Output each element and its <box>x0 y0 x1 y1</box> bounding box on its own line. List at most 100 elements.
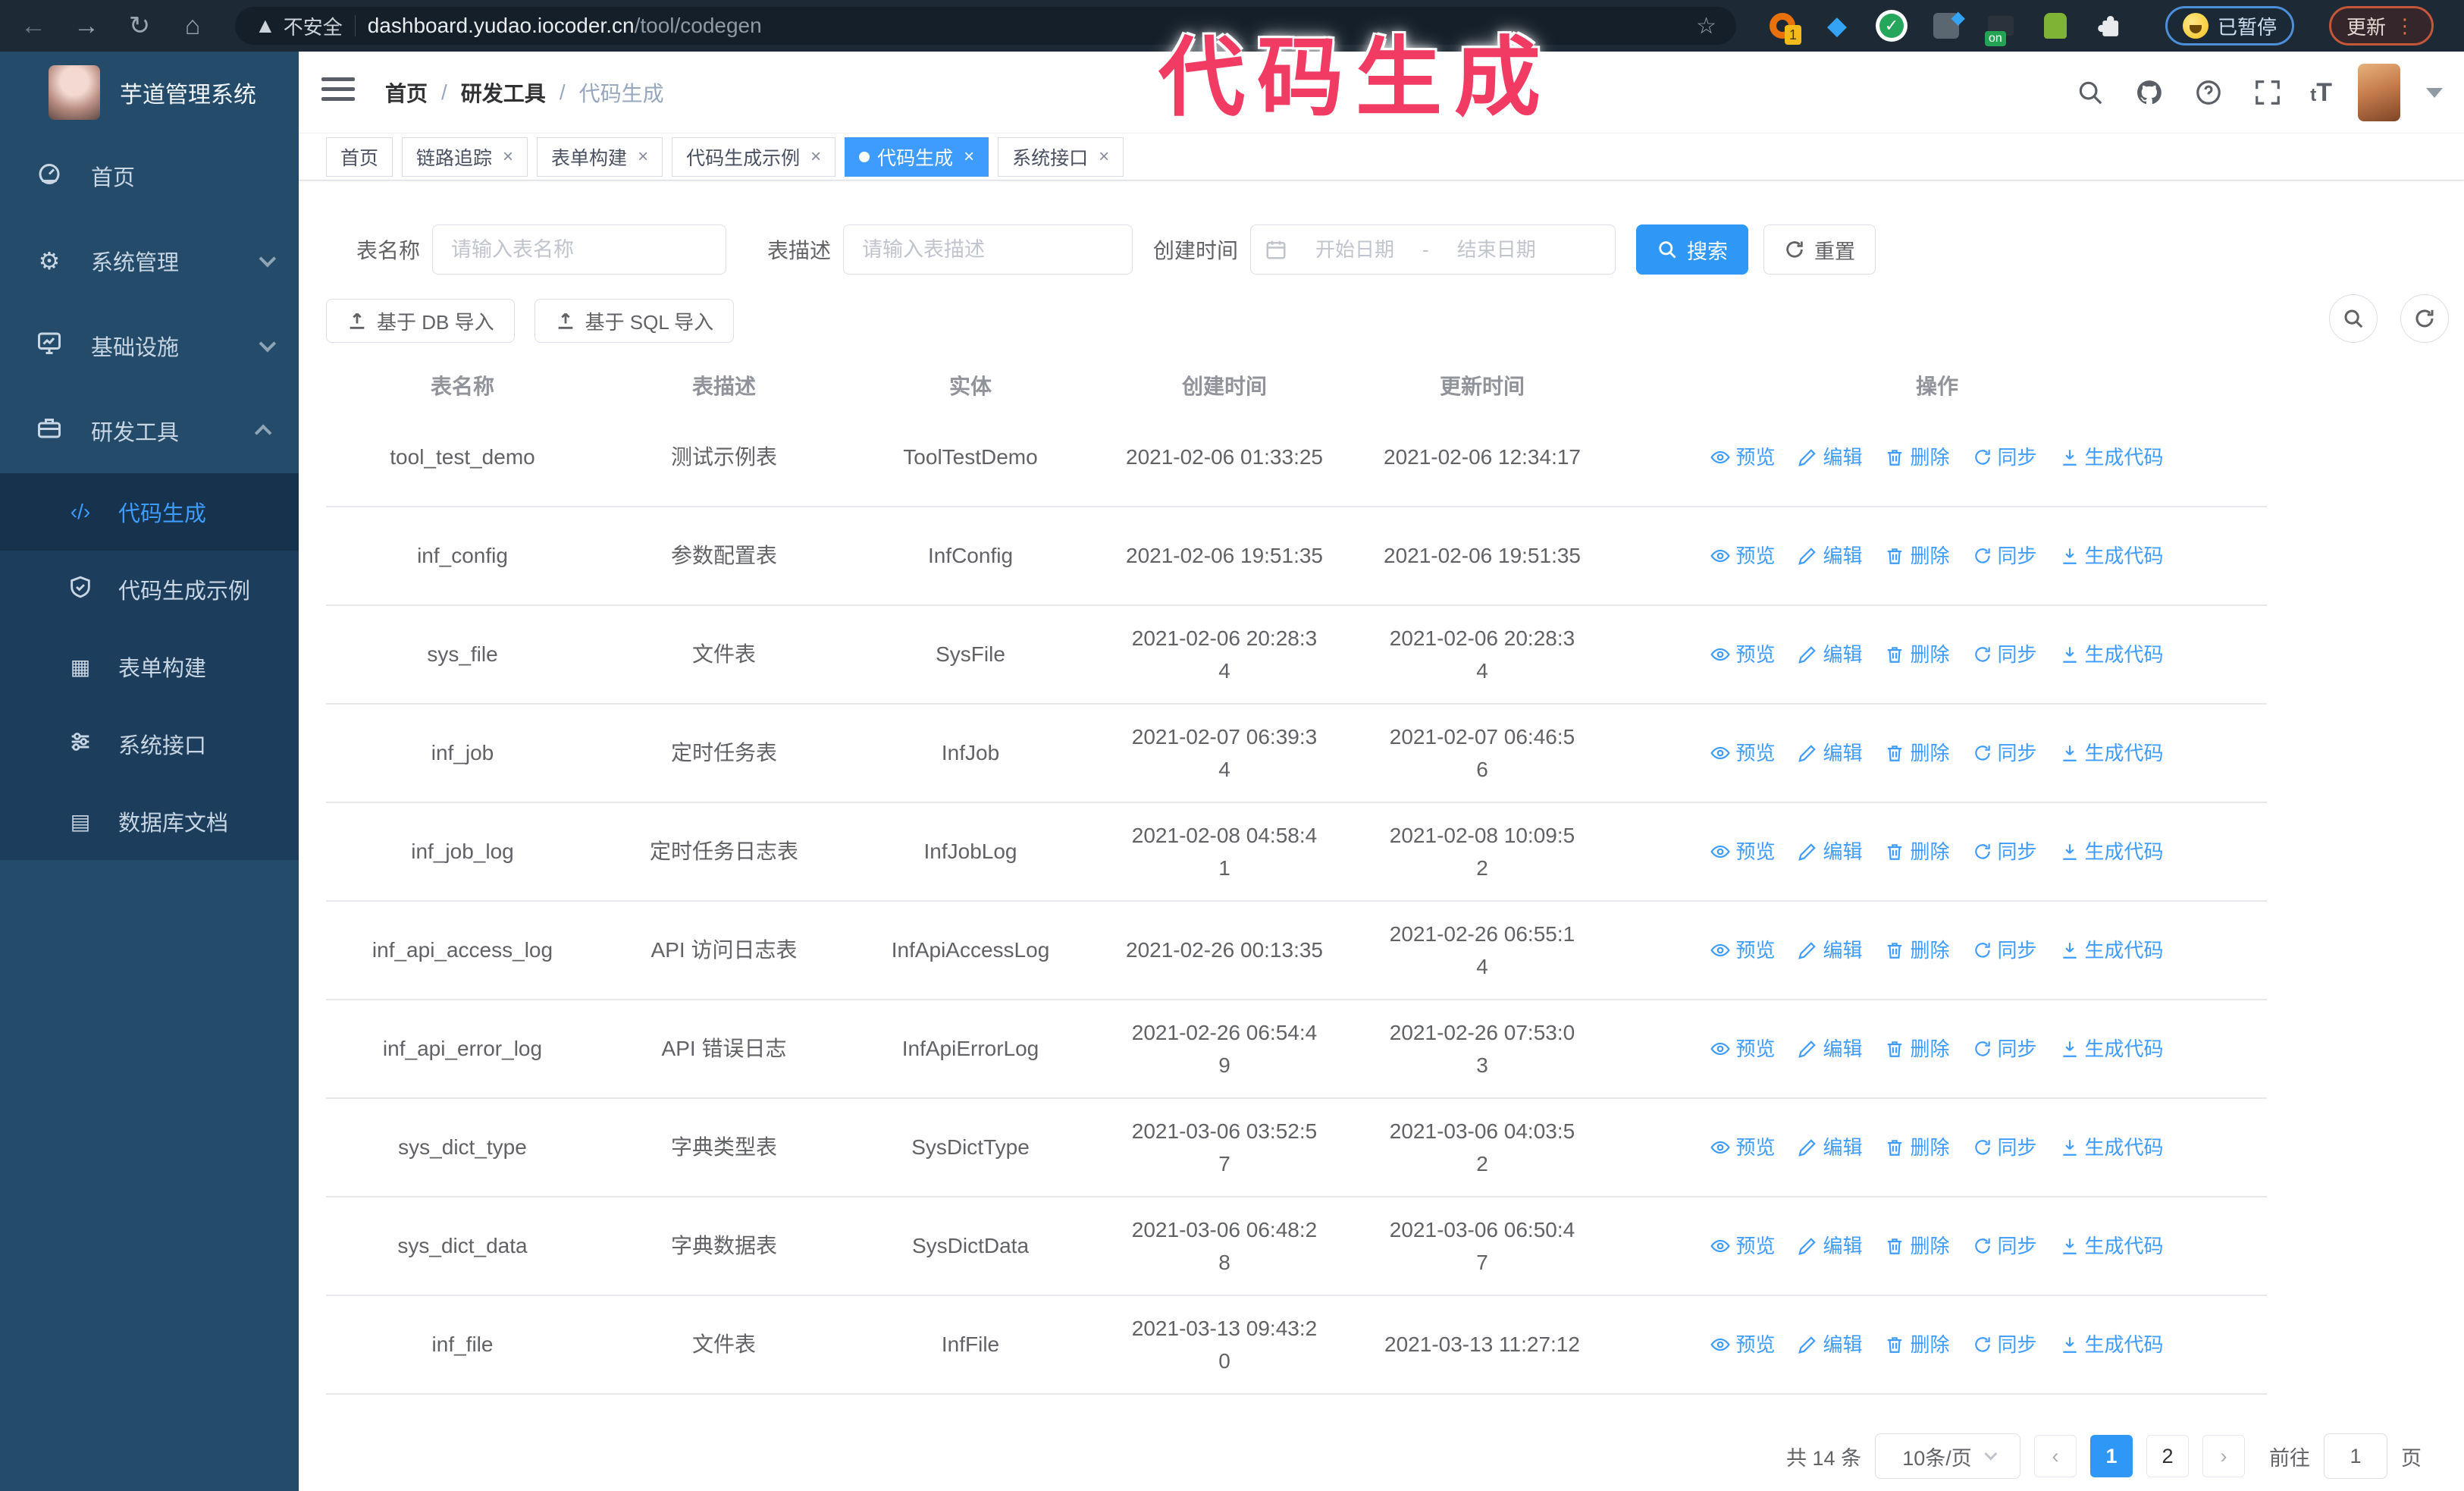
preview-link[interactable]: 预览 <box>1710 1329 1775 1360</box>
sidebar-subitem-表单构建[interactable]: ▦ 表单构建 <box>0 628 299 705</box>
edit-link[interactable]: 编辑 <box>1798 1132 1862 1163</box>
logo-area[interactable]: 芋道管理系统 <box>0 52 299 133</box>
tab-首页[interactable]: 首页 <box>326 137 393 177</box>
close-icon[interactable]: × <box>638 146 648 168</box>
on-badge-extension-icon[interactable]: on <box>1985 10 2017 46</box>
gem-extension-icon[interactable]: ◆ <box>1821 10 1853 42</box>
preview-link[interactable]: 预览 <box>1710 639 1775 670</box>
delete-link[interactable]: 删除 <box>1885 1231 1950 1261</box>
edit-link[interactable]: 编辑 <box>1798 442 1862 472</box>
generate-code-link[interactable]: 生成代码 <box>2060 1034 2164 1064</box>
robot-extension-icon[interactable] <box>2039 10 2071 42</box>
forward-icon[interactable]: → <box>70 11 103 41</box>
sync-link[interactable]: 同步 <box>1973 1132 2037 1163</box>
generate-code-link[interactable]: 生成代码 <box>2060 935 2164 965</box>
delete-link[interactable]: 删除 <box>1885 1329 1950 1360</box>
generate-code-link[interactable]: 生成代码 <box>2060 639 2164 670</box>
sync-link[interactable]: 同步 <box>1973 541 2037 571</box>
sidebar-subitem-代码生成[interactable]: ‹/› 代码生成 <box>0 473 299 551</box>
edit-link[interactable]: 编辑 <box>1798 935 1862 965</box>
home-icon[interactable]: ⌂ <box>176 11 209 41</box>
preview-link[interactable]: 预览 <box>1710 442 1775 472</box>
generate-code-link[interactable]: 生成代码 <box>2060 541 2164 571</box>
bookmark-star-icon[interactable]: ☆ <box>1696 13 1716 39</box>
edit-link[interactable]: 编辑 <box>1798 738 1862 768</box>
sidebar-subitem-代码生成示例[interactable]: 代码生成示例 <box>0 551 299 628</box>
reset-button[interactable]: 重置 <box>1763 224 1876 275</box>
sync-link[interactable]: 同步 <box>1973 442 2037 472</box>
paused-badge[interactable]: 已暂停 <box>2165 6 2295 46</box>
breadcrumb-home[interactable]: 首页 <box>385 77 428 108</box>
toggle-search-button[interactable] <box>2329 294 2378 343</box>
import-db-button[interactable]: 基于 DB 导入 <box>326 299 515 343</box>
hamburger-icon[interactable] <box>321 77 355 108</box>
tab-代码生成[interactable]: 代码生成 × <box>845 137 989 177</box>
preview-link[interactable]: 预览 <box>1710 541 1775 571</box>
preview-link[interactable]: 预览 <box>1710 935 1775 965</box>
next-page-button[interactable]: › <box>2202 1435 2245 1477</box>
edit-link[interactable]: 编辑 <box>1798 639 1862 670</box>
tab-表单构建[interactable]: 表单构建 × <box>537 137 663 177</box>
grid-extension-icon[interactable]: ◆ <box>1930 8 1965 42</box>
close-icon[interactable]: × <box>810 146 821 168</box>
refresh-table-button[interactable] <box>2400 294 2449 343</box>
chevron-down-icon[interactable] <box>2426 87 2443 98</box>
font-size-icon[interactable]: tT <box>2310 78 2332 108</box>
page-size-select[interactable]: 10条/页 <box>1875 1433 2020 1479</box>
preview-link[interactable]: 预览 <box>1710 1231 1775 1261</box>
sidebar-item-系统管理[interactable]: ⚙ 系统管理 <box>0 218 299 303</box>
sidebar-subitem-系统接口[interactable]: 系统接口 <box>0 705 299 783</box>
goto-page-input[interactable] <box>2324 1433 2387 1479</box>
generate-code-link[interactable]: 生成代码 <box>2060 1132 2164 1163</box>
edit-link[interactable]: 编辑 <box>1798 541 1862 571</box>
sync-link[interactable]: 同步 <box>1973 639 2037 670</box>
sync-link[interactable]: 同步 <box>1973 1329 2037 1360</box>
date-range-picker[interactable]: - <box>1250 224 1616 275</box>
update-badge[interactable]: 更新 ⋮ <box>2329 6 2434 46</box>
page-button-2[interactable]: 2 <box>2146 1435 2189 1477</box>
prev-page-button[interactable]: ‹ <box>2034 1435 2077 1477</box>
delete-link[interactable]: 删除 <box>1885 1034 1950 1064</box>
sync-link[interactable]: 同步 <box>1973 738 2037 768</box>
sidebar-item-首页[interactable]: 首页 <box>0 133 299 218</box>
sidebar-item-基础设施[interactable]: 基础设施 <box>0 303 299 388</box>
delete-link[interactable]: 删除 <box>1885 639 1950 670</box>
generate-code-link[interactable]: 生成代码 <box>2060 1329 2164 1360</box>
delete-link[interactable]: 删除 <box>1885 738 1950 768</box>
green-check-extension-icon[interactable]: ✓ <box>1876 10 1908 42</box>
tab-代码生成示例[interactable]: 代码生成示例 × <box>672 137 836 177</box>
orange-extension-icon[interactable]: 1 <box>1766 10 1801 45</box>
close-icon[interactable]: × <box>503 146 513 168</box>
close-icon[interactable]: × <box>964 146 974 168</box>
generate-code-link[interactable]: 生成代码 <box>2060 1231 2164 1261</box>
sync-link[interactable]: 同步 <box>1973 935 2037 965</box>
preview-link[interactable]: 预览 <box>1710 1132 1775 1163</box>
search-icon[interactable] <box>2074 76 2107 109</box>
table-desc-input[interactable] <box>843 224 1133 275</box>
edit-link[interactable]: 编辑 <box>1798 837 1862 867</box>
help-icon[interactable] <box>2192 76 2225 109</box>
delete-link[interactable]: 删除 <box>1885 935 1950 965</box>
sync-link[interactable]: 同步 <box>1973 1034 2037 1064</box>
github-icon[interactable] <box>2133 76 2166 109</box>
delete-link[interactable]: 删除 <box>1885 541 1950 571</box>
page-button-1[interactable]: 1 <box>2090 1435 2133 1477</box>
tab-链路追踪[interactable]: 链路追踪 × <box>402 137 528 177</box>
edit-link[interactable]: 编辑 <box>1798 1231 1862 1261</box>
end-date-input[interactable] <box>1439 237 1553 262</box>
close-icon[interactable]: × <box>1099 146 1109 168</box>
sidebar-item-研发工具[interactable]: 研发工具 <box>0 388 299 473</box>
puzzle-extension-icon[interactable] <box>2094 10 2126 42</box>
avatar[interactable] <box>2358 64 2400 121</box>
import-sql-button[interactable]: 基于 SQL 导入 <box>534 299 735 343</box>
generate-code-link[interactable]: 生成代码 <box>2060 738 2164 768</box>
sidebar-subitem-数据库文档[interactable]: ▤ 数据库文档 <box>0 783 299 860</box>
reload-icon[interactable]: ↻ <box>123 11 156 41</box>
sync-link[interactable]: 同步 <box>1973 1231 2037 1261</box>
edit-link[interactable]: 编辑 <box>1798 1329 1862 1360</box>
back-icon[interactable]: ← <box>17 11 50 41</box>
delete-link[interactable]: 删除 <box>1885 442 1950 472</box>
preview-link[interactable]: 预览 <box>1710 837 1775 867</box>
edit-link[interactable]: 编辑 <box>1798 1034 1862 1064</box>
table-name-input[interactable] <box>432 224 727 275</box>
